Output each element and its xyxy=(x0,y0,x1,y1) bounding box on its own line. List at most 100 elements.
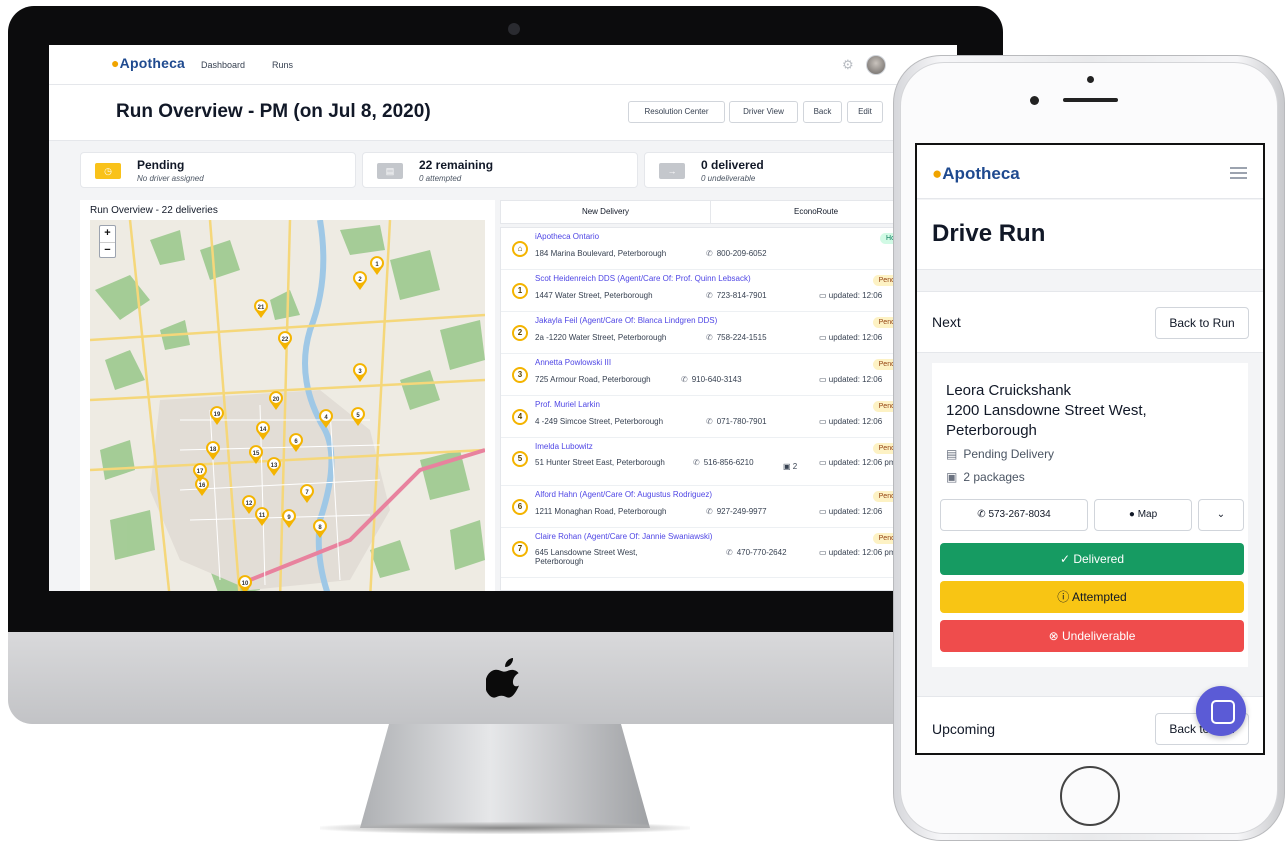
mobile-brand-logo[interactable]: ●Apotheca xyxy=(932,164,1020,184)
hamburger-menu-icon[interactable] xyxy=(1230,167,1247,179)
phone-text: 910-640-3143 xyxy=(691,375,742,384)
list-item[interactable]: ⌂ iApotheca Ontario 184 Marina Boulevard… xyxy=(501,228,899,270)
nav-link-dashboard[interactable]: Dashboard xyxy=(201,60,245,70)
delivery-name[interactable]: Scot Heidenreich DDS (Agent/Care Of: Pro… xyxy=(535,274,751,283)
recipient-name: Leora Cruickshank xyxy=(946,382,1072,399)
mobile-screen: ●Apotheca Drive Run Next Back to Run Leo… xyxy=(915,143,1265,755)
delivery-address: 51 Hunter Street East, Peterborough xyxy=(535,458,665,467)
camera-icon xyxy=(508,23,520,35)
map-button[interactable]: ● Map xyxy=(1094,499,1192,531)
package-count: ▣ 2 xyxy=(783,462,813,471)
stat-card-pending: ◷ Pending No driver assigned xyxy=(80,152,356,188)
stop-number: 5 xyxy=(512,451,528,467)
undeliverable-button[interactable]: ⊗ Undeliverable xyxy=(940,620,1244,652)
delivered-button[interactable]: ✓ Delivered xyxy=(940,543,1244,575)
updated-text: updated: 12:06 xyxy=(828,291,883,300)
phone-icon: ✆ xyxy=(706,333,713,342)
list-item[interactable]: 1 Scot Heidenreich DDS (Agent/Care Of: P… xyxy=(501,270,899,312)
brand-text: Apotheca xyxy=(119,55,186,71)
package-text: 2 xyxy=(792,462,798,471)
phone-text: 758-224-1515 xyxy=(716,333,767,342)
driver-view-button[interactable]: Driver View xyxy=(729,101,798,123)
back-to-run-button[interactable]: Back to Run xyxy=(1155,307,1249,339)
delivery-phone: ✆ 723-814-7901 xyxy=(706,291,767,300)
section-title-next: Next xyxy=(932,314,961,330)
phone-text: 470-770-2642 xyxy=(736,548,787,557)
delivery-phone: ✆ 071-780-7901 xyxy=(706,417,767,426)
attempted-button[interactable]: ⓘ Attempted xyxy=(940,581,1244,613)
phone-camera-icon xyxy=(1030,96,1039,105)
mobile-page-title: Drive Run xyxy=(932,220,1046,247)
imac-stand xyxy=(360,724,650,828)
phone-icon: ✆ xyxy=(726,548,733,557)
svg-text:18: 18 xyxy=(210,447,217,453)
list-item[interactable]: 4 Prof. Muriel Larkin 4 -249 Simcoe Stre… xyxy=(501,396,899,438)
phone-icon: ✆ xyxy=(706,249,713,258)
delivery-name[interactable]: Claire Rohan (Agent/Care Of: Jannie Swan… xyxy=(535,532,712,541)
section-title-upcoming: Upcoming xyxy=(932,721,996,737)
call-button[interactable]: ✆ 573-267-8034 xyxy=(940,499,1088,531)
brand-text: Apotheca xyxy=(942,164,1020,183)
list-item[interactable]: 7 Claire Rohan (Agent/Care Of: Jannie Sw… xyxy=(501,528,899,578)
list-item[interactable]: 6 Alford Hahn (Agent/Care Of: Augustus R… xyxy=(501,486,899,528)
edit-button[interactable]: Edit xyxy=(847,101,883,123)
delivery-name[interactable]: Prof. Muriel Larkin xyxy=(535,400,600,409)
map-canvas[interactable]: 1234 5678910111213141516171819202122 xyxy=(90,220,485,591)
zoom-out-button[interactable]: − xyxy=(100,242,115,258)
delivery-address: 1211 Monaghan Road, Peterborough xyxy=(535,507,667,516)
delivery-updated: ▭ updated: 12:06 xyxy=(819,375,882,384)
updated-text: updated: 12:06 xyxy=(828,417,883,426)
chevron-down-icon: ⌄ xyxy=(1216,509,1226,520)
svg-text:10: 10 xyxy=(242,581,249,587)
resolution-center-button[interactable]: Resolution Center xyxy=(628,101,725,123)
brand-logo[interactable]: ●Apotheca xyxy=(111,55,185,71)
gear-icon[interactable]: ⚙ xyxy=(842,58,856,72)
clipboard-icon: ▤ xyxy=(377,163,403,179)
svg-text:21: 21 xyxy=(258,305,265,311)
svg-text:20: 20 xyxy=(273,397,280,403)
chat-launcher-icon[interactable] xyxy=(1196,686,1246,736)
phone-sensor-icon xyxy=(1087,76,1094,83)
recipient-address: 1200 Lansdowne Street West, Peterborough xyxy=(946,402,1147,439)
delivery-address: 725 Armour Road, Peterborough xyxy=(535,375,651,384)
phone-home-button[interactable] xyxy=(1060,766,1120,826)
list-item[interactable]: 2 Jakayla Feil (Agent/Care Of: Blanca Li… xyxy=(501,312,899,354)
page-header: Run Overview - PM (on Jul 8, 2020) Resol… xyxy=(49,85,957,141)
calendar-icon: ▭ xyxy=(819,333,829,342)
list-item[interactable]: 5 Imelda Lubowitz 51 Hunter Street East,… xyxy=(501,438,899,486)
stop-number: 7 xyxy=(512,541,528,557)
updated-text: updated: 12:06 xyxy=(828,375,883,384)
route-map[interactable]: 1 2 3 4 5 6 7 8 9 10 11 12 13 14 15 16 17 18 19 20 21 22 + − xyxy=(90,220,485,591)
logo-pin-icon: ● xyxy=(111,55,120,71)
stat-title: 22 remaining xyxy=(419,158,494,172)
apple-logo-icon xyxy=(486,658,519,698)
nav-link-runs[interactable]: Runs xyxy=(272,60,293,70)
delivery-name[interactable]: Alford Hahn (Agent/Care Of: Augustus Rod… xyxy=(535,490,712,499)
phone-text: 516-856-6210 xyxy=(703,458,754,467)
check-circle-icon: ✓ xyxy=(1059,552,1074,566)
phone-text: 800-209-6052 xyxy=(716,249,767,258)
logo-pin-icon: ● xyxy=(932,164,943,183)
stat-card-remaining: ▤ 22 remaining 0 attempted xyxy=(362,152,638,188)
more-dropdown-button[interactable]: ⌄ xyxy=(1198,499,1244,531)
delivery-name[interactable]: Jakayla Feil (Agent/Care Of: Blanca Lind… xyxy=(535,316,717,325)
tab-new-delivery[interactable]: New Delivery xyxy=(501,201,711,223)
zoom-in-button[interactable]: + xyxy=(100,226,115,242)
stat-subtitle: 0 attempted xyxy=(419,174,462,183)
updated-text: updated: 12:06 pm xyxy=(828,548,896,557)
tab-econoroute[interactable]: EconoRoute xyxy=(711,201,921,223)
delivery-name[interactable]: Annetta Powlowski III xyxy=(535,358,611,367)
delivery-name[interactable]: iApotheca Ontario xyxy=(535,232,599,241)
delivery-name[interactable]: Imelda Lubowitz xyxy=(535,442,593,451)
delivery-address: 4 -249 Simcoe Street, Peterborough xyxy=(535,417,664,426)
calendar-icon: ▭ xyxy=(819,458,829,467)
map-pin-icon: ● xyxy=(1128,509,1138,520)
svg-text:16: 16 xyxy=(199,483,206,489)
avatar[interactable] xyxy=(866,55,886,75)
back-button[interactable]: Back xyxy=(803,101,842,123)
phone-speaker xyxy=(1063,98,1118,102)
list-item[interactable]: 3 Annetta Powlowski III 725 Armour Road,… xyxy=(501,354,899,396)
phone-text: 573-267-8034 xyxy=(988,509,1051,520)
mobile-title-bar: Drive Run xyxy=(917,200,1263,270)
map-text: Map xyxy=(1137,509,1158,520)
